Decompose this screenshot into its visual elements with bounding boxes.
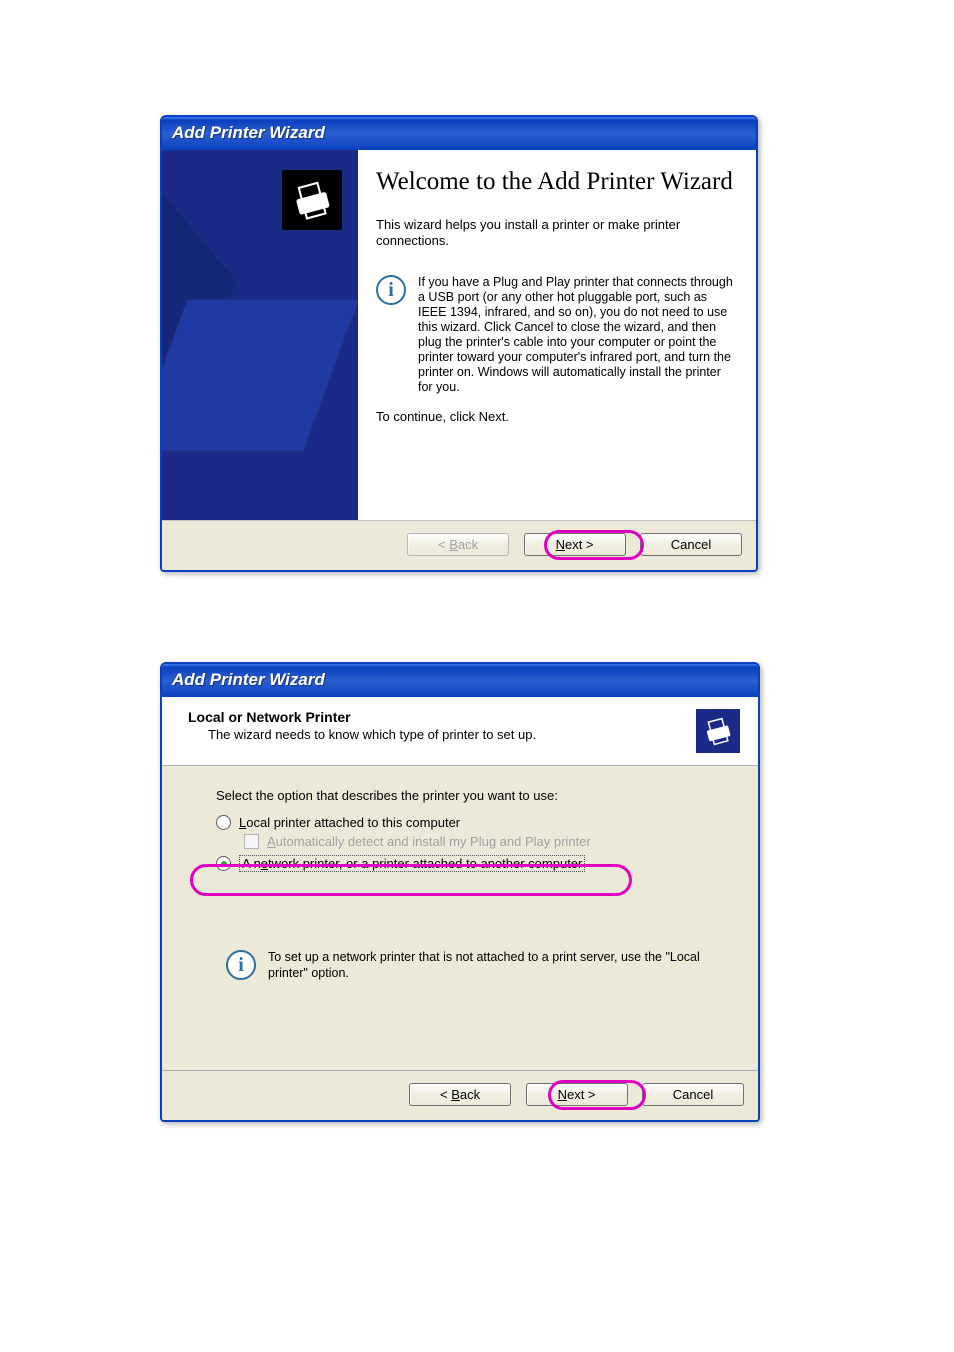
info-icon: i xyxy=(376,275,406,305)
wizard-content: Welcome to the Add Printer Wizard This w… xyxy=(358,150,756,520)
add-printer-wizard-type-dialog: Add Printer Wizard Local or Network Prin… xyxy=(160,662,760,1122)
wizard-intro-text: This wizard helps you install a printer … xyxy=(376,217,736,250)
wizard-header: Local or Network Printer The wizard need… xyxy=(162,697,758,766)
decorative-cube-graphic xyxy=(162,239,358,520)
next-button[interactable]: Next > xyxy=(524,533,626,556)
back-button: < Back xyxy=(407,533,509,556)
next-button[interactable]: Next > xyxy=(526,1083,628,1106)
add-printer-wizard-welcome-dialog: Add Printer Wizard Welcome to the Add Pr… xyxy=(160,115,758,572)
info-text: To set up a network printer that is not … xyxy=(268,950,718,981)
printer-icon xyxy=(702,715,734,747)
header-icon-box xyxy=(696,709,740,753)
prompt-text: Select the option that describes the pri… xyxy=(216,788,718,803)
network-printer-option[interactable]: A network printer, or a printer attached… xyxy=(216,855,718,872)
info-row: i If you have a Plug and Play printer th… xyxy=(376,275,736,395)
dialog-body: Welcome to the Add Printer Wizard This w… xyxy=(162,150,756,520)
printer-icon xyxy=(290,178,334,222)
continue-text: To continue, click Next. xyxy=(376,409,736,424)
radio-icon xyxy=(216,856,231,871)
info-icon: i xyxy=(226,950,256,980)
info-row: i To set up a network printer that is no… xyxy=(226,950,718,981)
cancel-button[interactable]: Cancel xyxy=(640,533,742,556)
dialog-body: Select the option that describes the pri… xyxy=(162,766,758,1070)
auto-detect-option: Automatically detect and install my Plug… xyxy=(244,834,718,849)
checkbox-label: Automatically detect and install my Plug… xyxy=(267,834,591,849)
cancel-button[interactable]: Cancel xyxy=(642,1083,744,1106)
local-printer-option[interactable]: Local printer attached to this computer xyxy=(216,815,718,830)
back-button[interactable]: < Back xyxy=(409,1083,511,1106)
header-subtitle: The wizard needs to know which type of p… xyxy=(208,727,536,742)
titlebar[interactable]: Add Printer Wizard xyxy=(162,117,756,150)
wizard-heading: Welcome to the Add Printer Wizard xyxy=(376,168,736,197)
radio-label: A network printer, or a printer attached… xyxy=(239,855,585,872)
wizard-icon-box xyxy=(282,170,342,230)
titlebar[interactable]: Add Printer Wizard xyxy=(162,664,758,697)
checkbox-icon xyxy=(244,834,259,849)
wizard-side-panel xyxy=(162,150,358,520)
radio-icon xyxy=(216,815,231,830)
button-bar: < Back Next > Cancel xyxy=(162,1070,758,1120)
radio-label: Local printer attached to this computer xyxy=(239,815,460,830)
info-text: If you have a Plug and Play printer that… xyxy=(418,275,736,395)
header-title: Local or Network Printer xyxy=(188,709,536,725)
button-bar: < Back Next > Cancel xyxy=(162,520,756,570)
